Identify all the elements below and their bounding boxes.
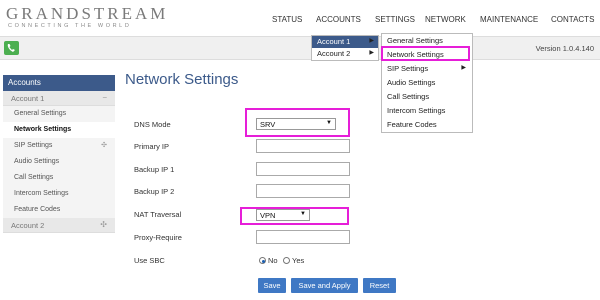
backup-ip1-input[interactable] bbox=[256, 162, 350, 176]
sidebar-item-network-settings[interactable]: Network Settings bbox=[3, 122, 115, 138]
nav-settings[interactable]: SETTINGS bbox=[375, 15, 415, 24]
highlight-box bbox=[381, 46, 470, 61]
submenu-item-label: SIP Settings bbox=[387, 64, 429, 73]
reset-button[interactable]: Reset bbox=[363, 278, 396, 293]
primary-ip-input[interactable] bbox=[256, 139, 350, 153]
dns-mode-label: DNS Mode bbox=[134, 120, 171, 129]
menu-item-label: Account 1 bbox=[317, 37, 351, 46]
logo-wordmark: GRANDSTREAM bbox=[6, 4, 169, 23]
proxy-require-input[interactable] bbox=[256, 230, 350, 244]
radio-selected-icon bbox=[259, 257, 266, 264]
sbc-yes-radio[interactable]: Yes bbox=[283, 256, 304, 265]
sidebar-item-feature-codes[interactable]: Feature Codes bbox=[3, 202, 115, 218]
submenu-item-call-settings[interactable]: Call Settings bbox=[382, 90, 472, 104]
highlight-box bbox=[245, 108, 350, 137]
backup-ip1-label: Backup IP 1 bbox=[134, 165, 175, 174]
sidebar-group-label: Account 2 bbox=[11, 221, 45, 230]
sidebar-item-general-settings[interactable]: General Settings bbox=[3, 106, 115, 122]
save-and-apply-button[interactable]: Save and Apply bbox=[291, 278, 358, 293]
sidebar-item-label: SIP Settings bbox=[14, 142, 53, 149]
submenu-item-audio-settings[interactable]: Audio Settings bbox=[382, 76, 472, 90]
backup-ip2-label: Backup IP 2 bbox=[134, 187, 175, 196]
logo-tagline: CONNECTING THE WORLD bbox=[8, 23, 132, 29]
highlight-box bbox=[240, 207, 349, 225]
nav-contacts[interactable]: CONTACTS bbox=[551, 15, 594, 24]
nav-network[interactable]: NETWORK bbox=[425, 15, 466, 24]
submenu-arrow-icon: ▶ bbox=[369, 50, 374, 56]
nav-status[interactable]: STATUS bbox=[272, 15, 302, 24]
submenu-item-feature-codes[interactable]: Feature Codes bbox=[382, 118, 472, 132]
nav-maintenance[interactable]: MAINTENANCE bbox=[480, 15, 538, 24]
page-title: Network Settings bbox=[125, 71, 239, 88]
accounts-menu: Account 1 ▶ Account 2 ▶ bbox=[311, 35, 379, 61]
submenu-item-sip-settings[interactable]: SIP Settings ▶ bbox=[382, 62, 472, 76]
sbc-no-label: No bbox=[268, 256, 278, 265]
radio-unselected-icon bbox=[283, 257, 290, 264]
save-button[interactable]: Save bbox=[258, 278, 286, 293]
toolbar: Version 1.0.4.140 bbox=[0, 36, 600, 60]
sidebar-group-label: Account 1 bbox=[11, 94, 45, 103]
firmware-version: Version 1.0.4.140 bbox=[535, 44, 594, 53]
proxy-require-label: Proxy-Require bbox=[134, 233, 182, 242]
submenu-item-intercom-settings[interactable]: Intercom Settings bbox=[382, 104, 472, 118]
backup-ip2-input[interactable] bbox=[256, 184, 350, 198]
submenu-arrow-icon: ▶ bbox=[369, 38, 374, 44]
menu-item-label: Account 2 bbox=[317, 49, 351, 58]
nat-traversal-label: NAT Traversal bbox=[134, 210, 182, 219]
menu-item-account-1[interactable]: Account 1 ▶ bbox=[312, 36, 378, 48]
sidebar-group-account-2[interactable]: Account 2 ✣ bbox=[3, 218, 115, 233]
expand-icon[interactable]: ✣ bbox=[100, 220, 107, 229]
expand-icon[interactable]: ✣ bbox=[101, 141, 107, 149]
menu-item-account-2[interactable]: Account 2 ▶ bbox=[312, 48, 378, 60]
header: GRANDSTREAM CONNECTING THE WORLD STATUS … bbox=[0, 0, 600, 34]
sbc-no-radio[interactable]: No bbox=[259, 256, 278, 265]
primary-ip-label: Primary IP bbox=[134, 142, 170, 151]
nav-accounts[interactable]: ACCOUNTS bbox=[316, 15, 361, 24]
sidebar-item-sip-settings[interactable]: SIP Settings ✣ bbox=[3, 138, 115, 154]
sbc-yes-label: Yes bbox=[292, 256, 305, 265]
use-sbc-label: Use SBC bbox=[134, 256, 165, 265]
sidebar: Accounts Account 1 − General Settings Ne… bbox=[3, 75, 115, 233]
sidebar-item-audio-settings[interactable]: Audio Settings bbox=[3, 154, 115, 170]
sidebar-group-account-1[interactable]: Account 1 − bbox=[3, 91, 115, 106]
sidebar-item-call-settings[interactable]: Call Settings bbox=[3, 170, 115, 186]
phone-icon[interactable] bbox=[4, 41, 19, 55]
grandstream-logo[interactable]: GRANDSTREAM CONNECTING THE WORLD bbox=[6, 4, 188, 32]
collapse-icon[interactable]: − bbox=[102, 93, 107, 102]
sidebar-header: Accounts bbox=[3, 75, 115, 91]
submenu-arrow-icon: ▶ bbox=[461, 65, 466, 71]
sidebar-item-intercom-settings[interactable]: Intercom Settings bbox=[3, 186, 115, 202]
